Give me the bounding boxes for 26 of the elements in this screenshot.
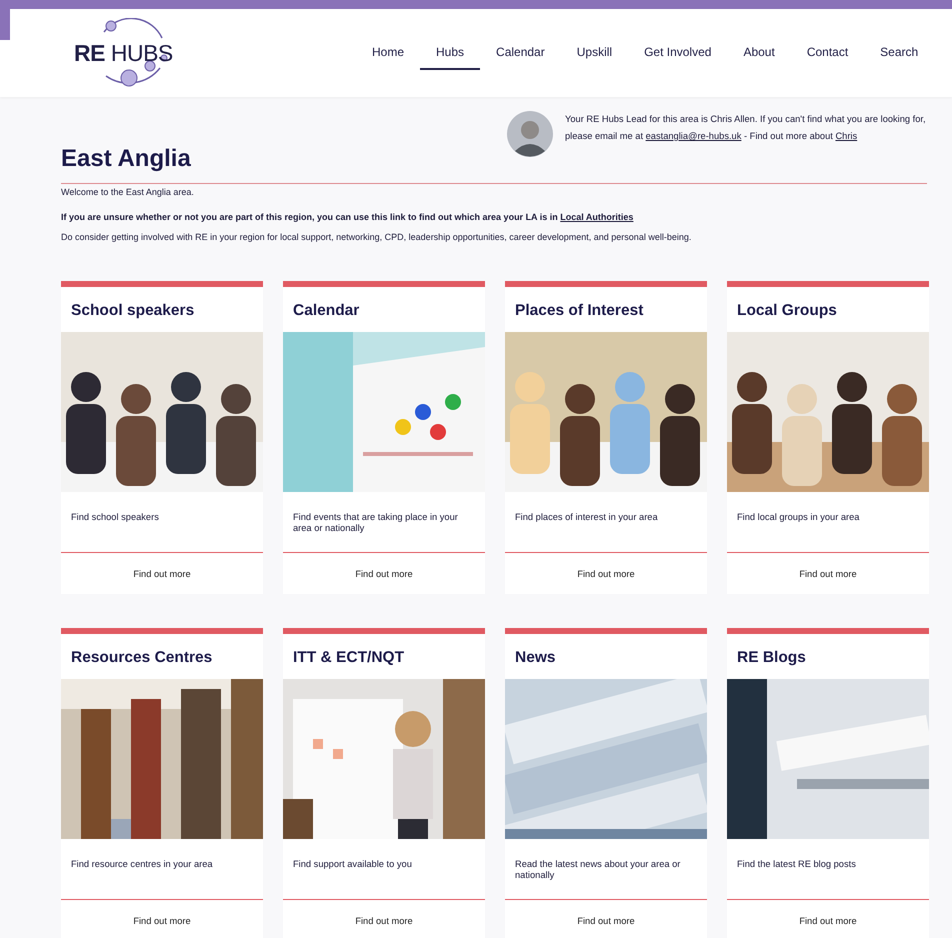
nav-link[interactable]: About <box>727 36 791 70</box>
intro-paragraph: Do consider getting involved with RE in your region for local support, networking, CPD, leadership opportunities, career development, and personal well-being. <box>61 231 692 243</box>
card-title: ITT & ECT/NQT <box>292 648 406 668</box>
nav-link[interactable]: Contact <box>790 36 864 70</box>
nav-link[interactable]: Calendar <box>480 36 561 70</box>
card-title: News <box>514 648 556 668</box>
nav-link[interactable]: Get Involved <box>628 36 728 70</box>
text-link[interactable]: Local Authorities <box>560 212 634 222</box>
card-title: School speakers <box>70 301 196 321</box>
avatar <box>507 111 553 157</box>
text-link[interactable]: Chris <box>835 131 858 141</box>
intro-paragraph: Welcome to the East Anglia area. <box>61 186 195 198</box>
nav-link[interactable]: Upskill <box>560 36 628 70</box>
card-title: RE Blogs <box>736 648 807 668</box>
card-title: Local Groups <box>736 301 838 321</box>
logo-text: RE HUBS <box>74 40 173 66</box>
nav-link[interactable]: Hubs <box>420 36 480 70</box>
nav-link[interactable]: Home <box>356 36 420 70</box>
page-title: East Anglia <box>61 145 191 173</box>
text-link[interactable]: eastanglia@re-hubs.uk <box>646 131 742 141</box>
lead-text: Your RE Hubs Lead for this area is Chris Allen. If you can't find what you are looking for, please email me at eastanglia@re-hubs.uk - Find out more about Chris <box>565 113 927 143</box>
intro-paragraph: If you are unsure whether or not you are part of this region, you can use this link to find out which area your LA is in Local Authorities <box>61 211 634 223</box>
nav-link[interactable]: Search <box>864 36 934 70</box>
card-title: Resources Centres <box>70 648 214 668</box>
card-title: Places of Interest <box>514 301 644 321</box>
card-title: Calendar <box>292 301 360 321</box>
